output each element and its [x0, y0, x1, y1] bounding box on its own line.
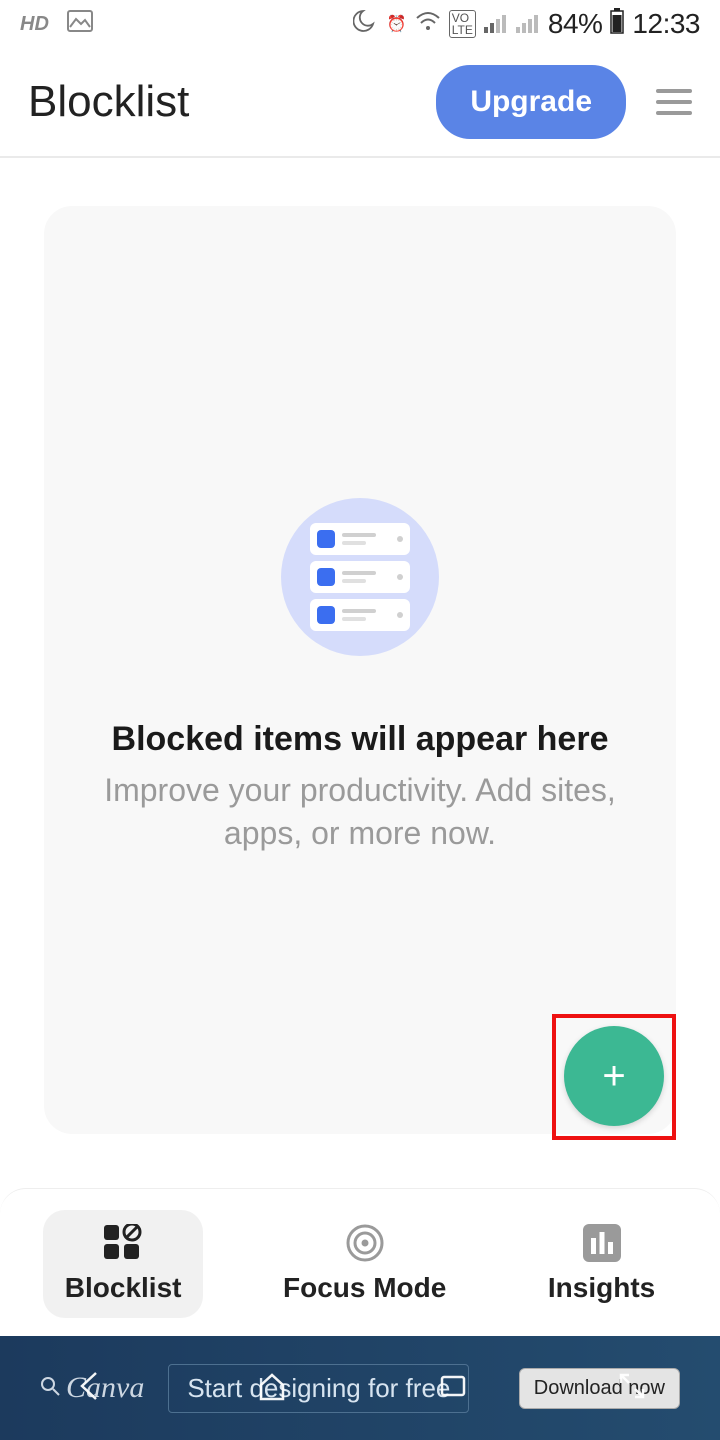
ad-tagline: Start designing for free: [168, 1364, 469, 1413]
status-bar: HD ⏰ VOLTE 84% 12:33: [0, 0, 720, 48]
clock-time: 12:33: [632, 8, 700, 40]
hd-indicator: HD: [20, 13, 49, 36]
empty-title: Blocked items will appear here: [112, 720, 609, 759]
nav-label: Focus Mode: [283, 1272, 446, 1304]
empty-illustration: [281, 498, 439, 656]
ad-search-icon: [40, 1376, 60, 1401]
ad-cta-button[interactable]: Download now: [519, 1368, 680, 1409]
ad-banner[interactable]: Canva Start designing for free Download …: [0, 1336, 720, 1440]
wifi-icon: [415, 9, 441, 40]
plus-icon: +: [602, 1056, 625, 1096]
signal-sim2-icon: [516, 9, 540, 40]
signal-sim1-icon: [484, 9, 508, 40]
battery-percent: 84%: [548, 8, 603, 40]
bottom-nav: Blocklist Focus Mode Insights: [0, 1188, 720, 1338]
ad-brand: Canva: [66, 1371, 144, 1405]
gallery-icon: [67, 10, 93, 38]
empty-subtitle: Improve your productivity. Add sites, ap…: [44, 769, 676, 855]
nav-label: Insights: [548, 1272, 655, 1304]
menu-icon[interactable]: [656, 89, 692, 115]
fab-highlight-box: +: [552, 1014, 676, 1140]
nav-insights[interactable]: Insights: [526, 1210, 677, 1318]
target-icon: [345, 1224, 385, 1262]
chart-icon: [583, 1224, 621, 1262]
battery-icon: [610, 8, 624, 41]
dnd-icon: [353, 8, 379, 41]
app-header: Blocklist Upgrade: [0, 48, 720, 158]
page-title: Blocklist: [28, 77, 189, 127]
nav-focus-mode[interactable]: Focus Mode: [261, 1210, 468, 1318]
nav-blocklist[interactable]: Blocklist: [43, 1210, 204, 1318]
alarm-icon: ⏰: [387, 14, 407, 34]
empty-state-card: Blocked items will appear here Improve y…: [44, 206, 676, 1134]
add-fab-button[interactable]: +: [564, 1026, 664, 1126]
upgrade-button[interactable]: Upgrade: [436, 65, 626, 139]
volte-icon: VOLTE: [449, 10, 476, 38]
blocklist-icon: [102, 1224, 144, 1262]
nav-label: Blocklist: [65, 1272, 182, 1304]
main-content: Blocked items will appear here Improve y…: [0, 158, 720, 1134]
